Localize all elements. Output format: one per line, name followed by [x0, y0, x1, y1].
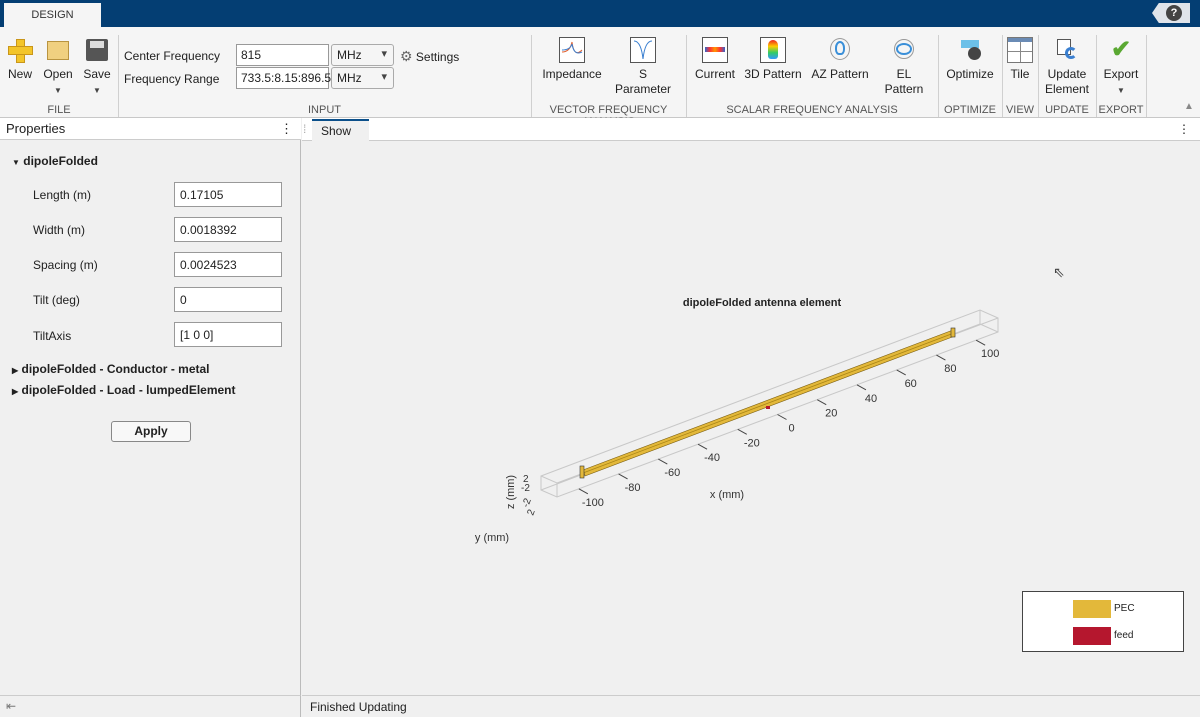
plot-legend[interactable]: PEC feed — [1022, 591, 1184, 652]
z-axis-label: z (mm) — [505, 475, 517, 509]
x-tick-label: -60 — [664, 467, 680, 479]
x-tick-label: 80 — [944, 363, 956, 375]
legend-swatch-feed — [1073, 627, 1111, 645]
x-tick-label: 40 — [865, 393, 877, 405]
pec-end-right — [950, 327, 956, 338]
x-tick-label: -100 — [582, 497, 604, 509]
pec-gap-line — [582, 332, 955, 474]
status-bar: Finished Updating — [302, 695, 1200, 717]
x-axis-label: x (mm) — [710, 489, 744, 501]
x-tick-label: -40 — [704, 452, 720, 464]
x-tick-label: 60 — [905, 378, 917, 390]
mouse-cursor-icon: ⇖ — [1053, 264, 1065, 280]
x-tick-label: 100 — [981, 348, 999, 360]
x-tick-mark — [697, 443, 708, 450]
x-tick-label: 20 — [825, 408, 837, 420]
y-tick: -2 — [520, 496, 534, 509]
x-tick-mark — [658, 458, 668, 465]
plot-title: dipoleFolded antenna element — [683, 297, 842, 309]
x-tick-label: 0 — [788, 423, 794, 435]
legend-label-feed: feed — [1114, 630, 1134, 641]
x-tick-mark — [896, 369, 906, 376]
pec-end-left — [579, 465, 585, 479]
x-tick-mark — [618, 473, 628, 480]
x-tick-label: -20 — [744, 437, 760, 449]
x-tick-mark — [777, 414, 787, 420]
x-tick-mark — [856, 384, 867, 391]
x-tick-mark — [737, 428, 748, 435]
y-tick: 2 — [525, 508, 537, 517]
x-tick-mark — [816, 399, 827, 406]
y-axis-label: y (mm) — [475, 532, 509, 544]
z-tick: -2 — [521, 483, 530, 494]
x-tick-mark — [975, 339, 986, 346]
x-tick-label: -80 — [625, 482, 641, 494]
antenna-plot[interactable]: dipoleFolded antenna element -100-80-60-… — [0, 0, 1200, 717]
x-axis-ticks: -100 -80 -60 -40 -20 0 20 40 60 80 100 — [578, 339, 999, 509]
feed-point — [766, 406, 770, 409]
x-tick-mark — [578, 488, 589, 495]
x-tick-mark — [936, 354, 946, 361]
legend-swatch-pec — [1073, 600, 1111, 618]
legend-label-pec: PEC — [1114, 603, 1135, 614]
